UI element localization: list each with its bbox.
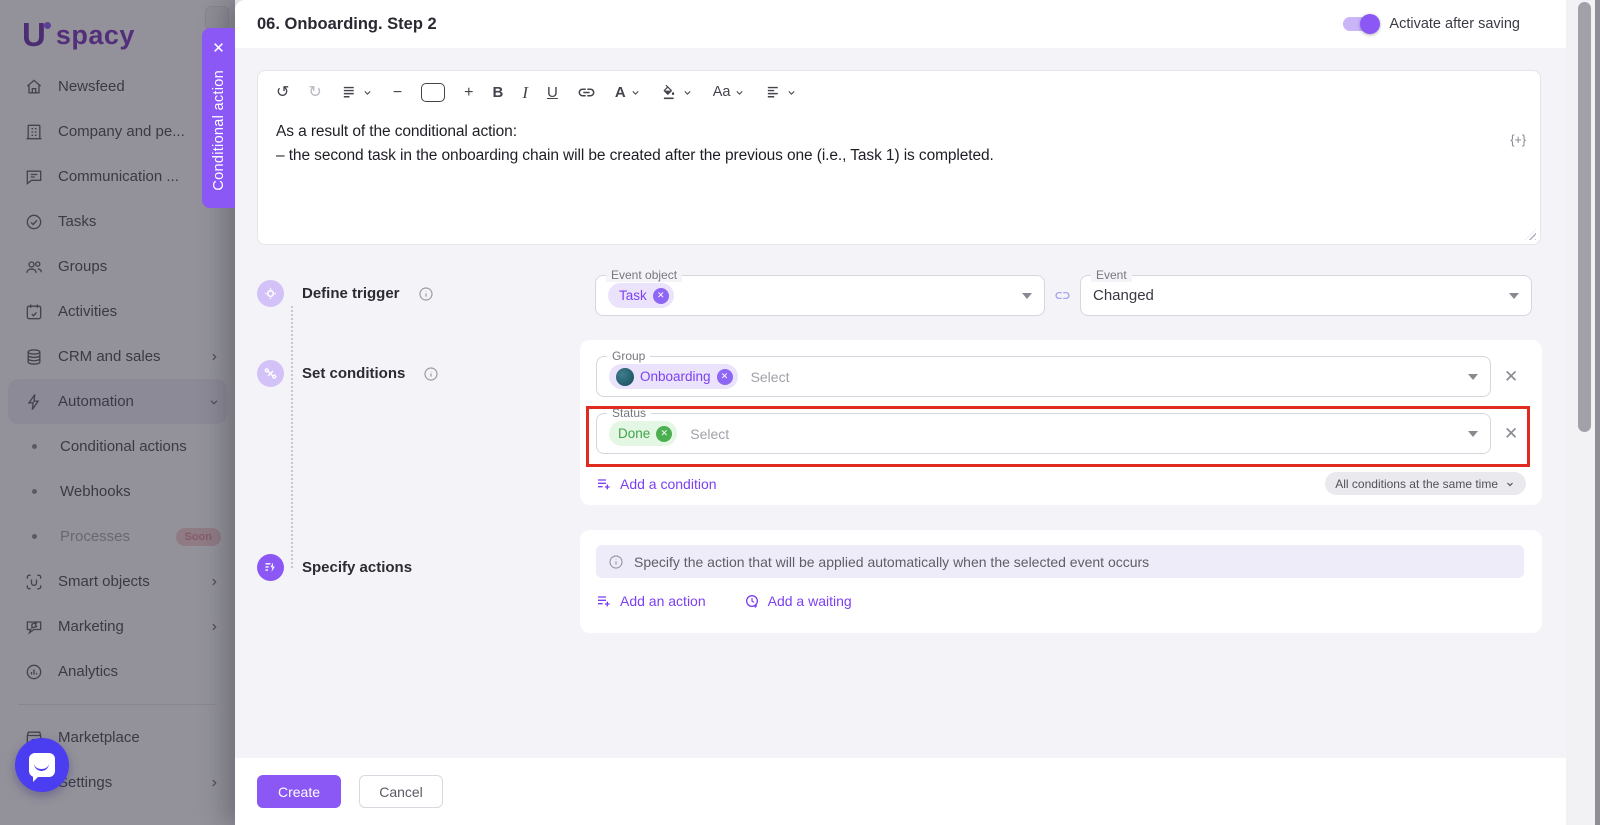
dropdown-arrow-icon xyxy=(1022,292,1032,299)
define-trigger-section: Define trigger Event object Task ✕ Event… xyxy=(257,268,1541,332)
info-icon xyxy=(418,286,434,302)
chat-icon xyxy=(29,753,55,782)
remove-condition-icon[interactable]: ✕ xyxy=(1504,424,1518,444)
add-condition-label: Add a condition xyxy=(620,475,717,492)
condition-row-group: Group Onboarding ✕ Select ✕ xyxy=(596,349,1518,397)
info-icon xyxy=(608,554,624,570)
link-fields-icon xyxy=(1054,287,1071,304)
remove-condition-icon[interactable]: ✕ xyxy=(1504,367,1518,387)
chip-remove-icon[interactable]: ✕ xyxy=(656,425,673,442)
dropdown-arrow-icon xyxy=(1468,430,1478,437)
drawer-content: ↺ ↻ − + B I U A Aa As a result of the co… xyxy=(235,48,1600,758)
event-value: Changed xyxy=(1093,287,1154,304)
conditions-card: Group Onboarding ✕ Select ✕ Status Done … xyxy=(580,340,1542,505)
step-label: Define trigger xyxy=(302,285,400,302)
add-action-button[interactable]: Add an action xyxy=(596,593,706,609)
resize-handle-icon[interactable] xyxy=(1525,229,1536,240)
playlist-add-icon xyxy=(598,478,610,489)
font-color-icon[interactable]: A xyxy=(615,85,642,100)
set-conditions-section: Set conditions Group Onboarding ✕ Select xyxy=(257,340,1542,505)
status-chip: Done ✕ xyxy=(609,421,678,446)
select-placeholder: Select xyxy=(690,425,730,442)
add-waiting-label: Add a waiting xyxy=(767,593,852,609)
chip-remove-icon[interactable]: ✕ xyxy=(716,368,733,385)
event-object-chip: Task ✕ xyxy=(608,283,674,308)
app-window: U spacy Newsfeed Company and pe... Commu… xyxy=(0,0,1600,825)
link-icon[interactable] xyxy=(577,83,596,102)
text-case-icon[interactable]: Aa xyxy=(713,85,747,100)
paragraph-style-icon[interactable] xyxy=(341,84,374,101)
chip-label: Task xyxy=(619,288,647,303)
increase-font-icon[interactable]: + xyxy=(464,84,473,101)
conditional-action-tab[interactable]: ✕ Conditional action xyxy=(202,28,235,208)
playlist-add-icon xyxy=(598,596,610,607)
chip-label: Done xyxy=(618,426,651,441)
dropdown-arrow-icon xyxy=(1468,373,1478,380)
description-editor: ↺ ↻ − + B I U A Aa As a result of the co… xyxy=(257,70,1541,245)
chip-label: Onboarding xyxy=(640,369,711,384)
modal-overlay xyxy=(0,0,235,825)
field-label: Group xyxy=(607,349,651,363)
status-condition-select[interactable]: Status Done ✕ Select xyxy=(596,406,1491,454)
redo-icon[interactable]: ↻ xyxy=(308,84,321,101)
specify-actions-section: Specify actions Specify the action that … xyxy=(257,530,1542,635)
group-avatar xyxy=(616,367,634,386)
field-label: Event object xyxy=(606,268,683,282)
highlight-color-icon[interactable] xyxy=(661,84,694,101)
field-label: Status xyxy=(607,406,652,420)
window-edge xyxy=(1595,0,1600,825)
chip-remove-icon[interactable]: ✕ xyxy=(652,287,669,304)
add-action-label: Add an action xyxy=(620,593,706,609)
align-icon[interactable] xyxy=(765,84,798,101)
undo-icon[interactable]: ↺ xyxy=(276,84,289,101)
event-select[interactable]: Event Changed xyxy=(1080,268,1532,316)
description-text-area[interactable]: As a result of the conditional action: –… xyxy=(258,110,1540,200)
step-label: Set conditions xyxy=(302,365,406,382)
info-icon xyxy=(423,366,439,382)
insert-variable-button[interactable]: {+} xyxy=(1510,133,1526,147)
conditions-icon xyxy=(257,360,284,387)
create-button[interactable]: Create xyxy=(257,775,341,808)
cancel-button[interactable]: Cancel xyxy=(359,775,443,808)
trigger-icon xyxy=(257,280,284,307)
description-line: As a result of the conditional action: xyxy=(276,123,517,140)
conditional-action-drawer: ✕ Conditional action 06. Onboarding. Ste… xyxy=(202,0,1600,825)
add-condition-button[interactable]: Add a condition xyxy=(596,476,717,492)
chat-widget-button[interactable] xyxy=(15,738,69,792)
description-line: – the second task in the onboarding chai… xyxy=(276,147,994,164)
group-condition-select[interactable]: Group Onboarding ✕ Select xyxy=(596,349,1491,397)
underline-icon[interactable]: U xyxy=(547,85,558,100)
conditions-mode-label: All conditions at the same time xyxy=(1335,476,1498,491)
page-title: 06. Onboarding. Step 2 xyxy=(257,14,437,33)
activate-toggle[interactable]: Activate after saving xyxy=(1343,14,1520,34)
decrease-font-icon[interactable]: − xyxy=(393,84,402,101)
select-placeholder: Select xyxy=(750,368,790,385)
actions-info-banner: Specify the action that will be applied … xyxy=(596,545,1524,578)
activate-toggle-label: Activate after saving xyxy=(1389,16,1520,32)
font-size-box[interactable] xyxy=(421,83,446,102)
italic-icon[interactable]: I xyxy=(522,84,528,101)
field-label: Event xyxy=(1091,268,1132,282)
conditions-mode-dropdown[interactable]: All conditions at the same time xyxy=(1325,472,1526,495)
toggle-track[interactable] xyxy=(1343,14,1381,34)
condition-row-status: Status Done ✕ Select ✕ xyxy=(596,406,1518,454)
add-waiting-button[interactable]: Add a waiting xyxy=(744,593,852,609)
group-chip: Onboarding ✕ xyxy=(609,364,738,389)
actions-card: Specify the action that will be applied … xyxy=(580,530,1542,633)
dropdown-arrow-icon xyxy=(1509,292,1519,299)
editor-toolbar: ↺ ↻ − + B I U A Aa xyxy=(258,71,1540,110)
drawer-header: 06. Onboarding. Step 2 Activate after sa… xyxy=(235,0,1600,48)
actions-icon xyxy=(257,554,284,581)
clock-plus-icon xyxy=(745,595,758,608)
event-object-select[interactable]: Event object Task ✕ xyxy=(595,268,1045,316)
drawer-footer: Create Cancel xyxy=(235,758,1600,825)
drawer-tab-label: Conditional action xyxy=(210,70,227,191)
toggle-thumb[interactable] xyxy=(1360,14,1381,34)
scrollbar-thumb[interactable] xyxy=(1578,2,1591,432)
step-label: Specify actions xyxy=(302,559,413,576)
bold-icon[interactable]: B xyxy=(493,85,504,100)
chevron-down-icon xyxy=(1507,482,1513,486)
close-icon[interactable]: ✕ xyxy=(208,37,229,60)
banner-text: Specify the action that will be applied … xyxy=(634,553,1150,570)
